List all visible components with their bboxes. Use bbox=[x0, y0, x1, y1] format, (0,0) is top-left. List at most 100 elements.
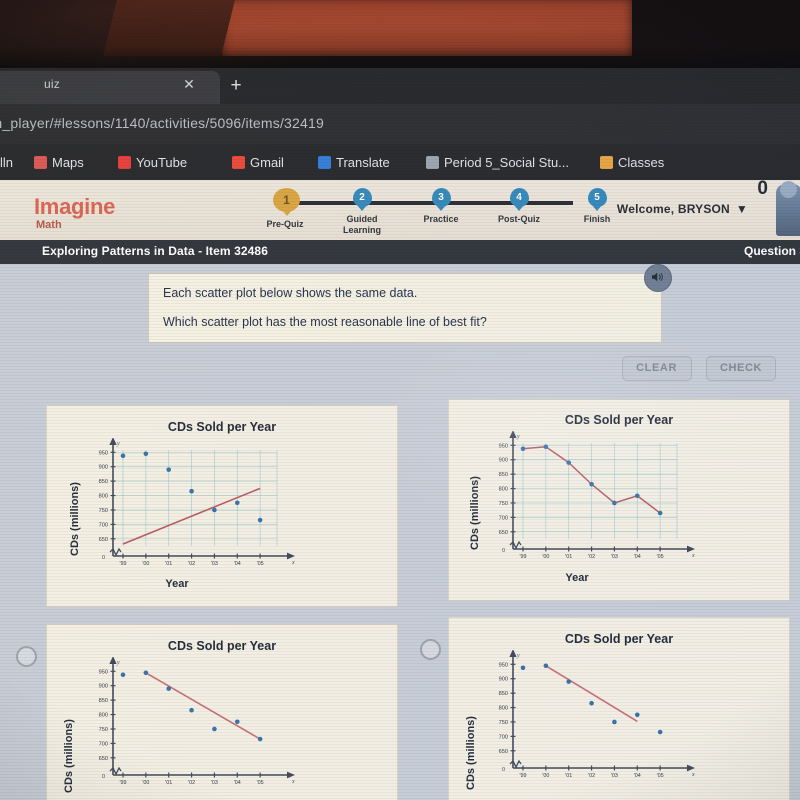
answer-card-b[interactable]: CDs Sold per Year CDs (millions) Year yx… bbox=[448, 399, 790, 601]
address-bar[interactable]: esson_player/#lessons/1140/activities/50… bbox=[0, 104, 800, 144]
stepper-dot: 1 bbox=[273, 188, 300, 212]
svg-text:'00: '00 bbox=[542, 554, 549, 560]
svg-text:'00: '00 bbox=[142, 561, 149, 567]
plus-icon[interactable]: + bbox=[226, 76, 246, 96]
logo-imagine: Imagine bbox=[34, 194, 116, 219]
svg-text:'01: '01 bbox=[165, 561, 172, 567]
svg-text:850: 850 bbox=[499, 472, 508, 478]
chart-xlabel-b: Year bbox=[565, 572, 589, 584]
svg-text:'01: '01 bbox=[565, 554, 572, 560]
stepper-label: Post-Quiz bbox=[498, 214, 540, 224]
svg-text:650: 650 bbox=[99, 756, 108, 762]
svg-text:850: 850 bbox=[99, 479, 108, 485]
maps-icon bbox=[34, 155, 47, 169]
photographed-screen: uiz ✕ + esson_player/#lessons/1140/activ… bbox=[0, 0, 800, 800]
svg-text:900: 900 bbox=[99, 684, 108, 690]
bookmark-bookmark-icon[interactable]: lln bbox=[0, 153, 13, 171]
svg-text:950: 950 bbox=[99, 669, 108, 675]
scatter-plot-c: y x 0 650 700 750 800 850 900 950 '99 '00 '01 '02 '03 '… bbox=[99, 657, 295, 786]
svg-text:'02: '02 bbox=[588, 773, 595, 779]
gmail-icon bbox=[232, 155, 245, 169]
welcome-menu[interactable]: Welcome, BRYSON ▼ bbox=[617, 202, 748, 216]
svg-text:750: 750 bbox=[99, 727, 108, 733]
svg-text:0: 0 bbox=[502, 767, 505, 773]
svg-text:'03: '03 bbox=[611, 554, 618, 560]
bookmark-label: Translate bbox=[336, 154, 390, 170]
svg-text:'99: '99 bbox=[519, 554, 526, 560]
svg-text:0: 0 bbox=[502, 548, 505, 554]
chevron-down-icon: ▼ bbox=[735, 202, 748, 216]
stepper-step-2[interactable]: 2 Guided Learning bbox=[343, 188, 381, 236]
stepper-step-4[interactable]: 4 Post-Quiz bbox=[498, 188, 540, 225]
answer-card-a[interactable]: CDs Sold per Year CDs (millions) Year yx… bbox=[46, 405, 398, 607]
svg-text:700: 700 bbox=[499, 734, 508, 740]
stepper-step-5[interactable]: 5 Finish bbox=[584, 188, 610, 225]
avatar[interactable] bbox=[776, 181, 800, 236]
svg-text:700: 700 bbox=[99, 741, 108, 747]
svg-text:900: 900 bbox=[499, 677, 508, 683]
svg-text:950: 950 bbox=[99, 450, 108, 456]
svg-text:y: y bbox=[116, 441, 120, 447]
question-counter: Question 3 bbox=[743, 244, 800, 258]
answer-card-c[interactable]: CDs Sold per Year CDs (millions) y x 0 650 7… bbox=[46, 624, 398, 800]
chart-xlabel-a: Year bbox=[165, 578, 189, 590]
stepper-step-1[interactable]: 1 Pre-Quiz bbox=[266, 188, 304, 230]
welcome-label: Welcome, BRYSON bbox=[616, 202, 730, 216]
svg-text:'99: '99 bbox=[519, 773, 526, 779]
prompt-box: Each scatter plot below shows the same d… bbox=[148, 264, 672, 343]
svg-text:'99: '99 bbox=[119, 561, 126, 567]
bookmark-label: Classes bbox=[618, 154, 665, 170]
speaker-icon[interactable] bbox=[644, 264, 672, 292]
svg-text:'99: '99 bbox=[119, 780, 126, 786]
stepper-dot: 5 bbox=[587, 188, 607, 207]
contact-icon bbox=[426, 155, 439, 169]
stepper-dot: 4 bbox=[509, 188, 529, 207]
scatter-plot-a: y x 0 650 700 750 800 850 900 950 '99 '00 '01 '02 '03 '… bbox=[99, 438, 295, 567]
bookmark-youtube-icon[interactable]: YouTube bbox=[118, 153, 187, 171]
bookmark-label: YouTube bbox=[136, 154, 188, 170]
svg-text:650: 650 bbox=[99, 537, 108, 543]
svg-text:750: 750 bbox=[499, 501, 508, 507]
chart-title-b: CDs Sold per Year bbox=[564, 413, 674, 427]
answer-card-d[interactable]: CDs Sold per Year CDs (millions) y x 0 650 7… bbox=[448, 617, 790, 800]
bookmark-classes-icon[interactable]: Classes bbox=[600, 153, 664, 171]
stepper-label: Practice bbox=[423, 214, 459, 224]
svg-text:x: x bbox=[291, 779, 295, 785]
chart-ylabel-d: CDs (millions) bbox=[465, 716, 477, 790]
bookmark-maps-icon[interactable]: Maps bbox=[34, 153, 84, 171]
svg-text:x: x bbox=[291, 560, 295, 566]
bookmark-gmail-icon[interactable]: Gmail bbox=[232, 153, 284, 171]
stepper-label: Guided Learning bbox=[342, 214, 381, 235]
radio-choice-a[interactable] bbox=[16, 646, 37, 667]
bookmark-label: Period 5_Social Stu... bbox=[444, 154, 570, 170]
svg-text:700: 700 bbox=[99, 522, 108, 528]
svg-text:'05: '05 bbox=[257, 780, 264, 786]
stepper-step-3[interactable]: 3 Practice bbox=[423, 188, 459, 225]
svg-text:900: 900 bbox=[499, 458, 508, 464]
svg-text:750: 750 bbox=[99, 508, 108, 514]
close-icon[interactable]: ✕ bbox=[181, 77, 197, 93]
svg-text:950: 950 bbox=[499, 662, 508, 668]
tab-title: uiz bbox=[44, 77, 60, 91]
svg-text:'01: '01 bbox=[165, 780, 172, 786]
check-button[interactable]: CHECK bbox=[706, 356, 776, 381]
stepper-dot: 2 bbox=[352, 188, 372, 207]
bookmark-label: Gmail bbox=[250, 154, 284, 170]
chart-title-d: CDs Sold per Year bbox=[564, 632, 674, 646]
svg-text:800: 800 bbox=[99, 494, 108, 500]
page-title: Exploring Patterns in Data - Item 32486 bbox=[42, 244, 268, 258]
item-bar: Exploring Patterns in Data - Item 32486 … bbox=[0, 240, 800, 264]
svg-text:0: 0 bbox=[102, 774, 105, 780]
app-header: Imagine Math 1 Pre-Quiz 2 Guided Learning 3 P… bbox=[0, 178, 800, 240]
bookmark-contact-icon[interactable]: Period 5_Social Stu... bbox=[426, 153, 569, 171]
svg-text:'04: '04 bbox=[634, 554, 641, 560]
clear-button[interactable]: CLEAR bbox=[621, 356, 692, 381]
svg-text:800: 800 bbox=[499, 487, 508, 493]
bookmark-translate-icon[interactable]: Translate bbox=[318, 153, 390, 171]
svg-text:'02: '02 bbox=[188, 561, 195, 567]
radio-choice-b[interactable] bbox=[420, 639, 441, 660]
svg-text:y: y bbox=[116, 660, 120, 666]
stepper-dot: 3 bbox=[431, 188, 451, 207]
svg-text:'00: '00 bbox=[142, 780, 149, 786]
action-buttons: CLEAR CHECK bbox=[612, 356, 776, 381]
